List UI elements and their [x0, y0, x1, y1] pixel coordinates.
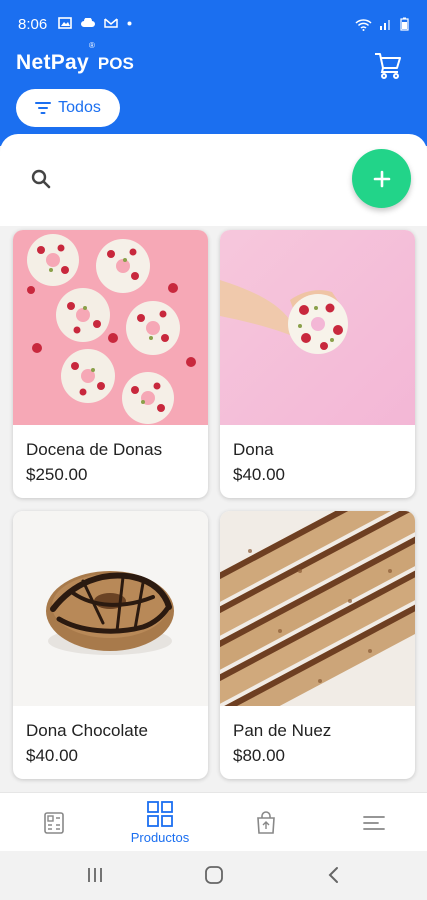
wifi-icon — [355, 18, 372, 31]
product-name: Dona Chocolate — [26, 721, 148, 740]
app-header: NetPay ® POS Todos — [0, 41, 427, 146]
system-navigation-bar — [0, 851, 427, 900]
product-name: Pan de Nuez — [233, 721, 332, 740]
gallery-icon — [58, 17, 72, 29]
product-card[interactable]: Dona Chocolate $40.00 — [13, 511, 208, 779]
app-logo: NetPay ® POS — [16, 41, 134, 75]
product-price: $80.00 — [233, 746, 285, 765]
home-icon[interactable] — [204, 865, 224, 885]
product-price: $40.00 — [233, 465, 285, 484]
recent-apps-icon[interactable] — [86, 867, 104, 883]
product-image-chocolate-donut — [13, 511, 208, 706]
product-image-walnut-bread — [220, 511, 415, 706]
nav-item-productos[interactable]: Productos — [120, 793, 200, 852]
product-name: Docena de Donas — [26, 440, 163, 459]
cart-icon[interactable] — [373, 50, 403, 80]
register-icon — [44, 811, 64, 834]
battery-icon — [400, 17, 409, 31]
add-product-button[interactable] — [352, 149, 411, 208]
filter-icon — [35, 102, 52, 114]
shopping-bag-icon — [257, 810, 275, 834]
logo-main: NetPay — [16, 51, 90, 74]
dot-icon — [127, 21, 132, 25]
product-card[interactable]: Pan de Nuez $80.00 — [220, 511, 415, 779]
filter-label: Todos — [58, 99, 101, 116]
status-system-icons — [355, 17, 409, 31]
nav-item-orders[interactable] — [242, 793, 290, 852]
back-icon[interactable] — [326, 866, 340, 884]
search-panel — [0, 134, 427, 226]
mail-icon — [104, 18, 118, 28]
menu-icon — [363, 815, 385, 830]
logo-suffix: POS — [97, 54, 134, 73]
product-card[interactable]: Docena de Donas $250.00 — [13, 230, 208, 498]
nav-item-menu[interactable] — [350, 793, 398, 852]
search-icon[interactable] — [30, 168, 52, 190]
status-time: 8:06 — [18, 16, 48, 33]
plus-icon — [373, 170, 390, 187]
product-image-donut-hand — [220, 230, 415, 425]
filter-chip-todos[interactable]: Todos — [16, 89, 120, 127]
product-price: $40.00 — [26, 746, 78, 765]
status-bar: 8:06 — [0, 0, 427, 46]
product-grid: Docena de Donas $250.00 Dona $40.00 Dona… — [0, 226, 427, 792]
signal-icon — [380, 20, 390, 30]
product-card[interactable]: Dona $40.00 — [220, 230, 415, 498]
status-notification-icons — [58, 17, 132, 29]
nav-item-register[interactable] — [30, 793, 78, 852]
nav-label-productos: Productos — [130, 830, 190, 845]
logo-mark: ® — [89, 41, 95, 50]
products-grid-icon — [147, 801, 173, 827]
product-price: $250.00 — [26, 465, 88, 484]
bottom-navigation: Productos — [0, 792, 427, 851]
product-name: Dona — [233, 440, 274, 459]
product-image-donut-dozen — [13, 230, 208, 425]
cloud-icon — [81, 18, 95, 27]
